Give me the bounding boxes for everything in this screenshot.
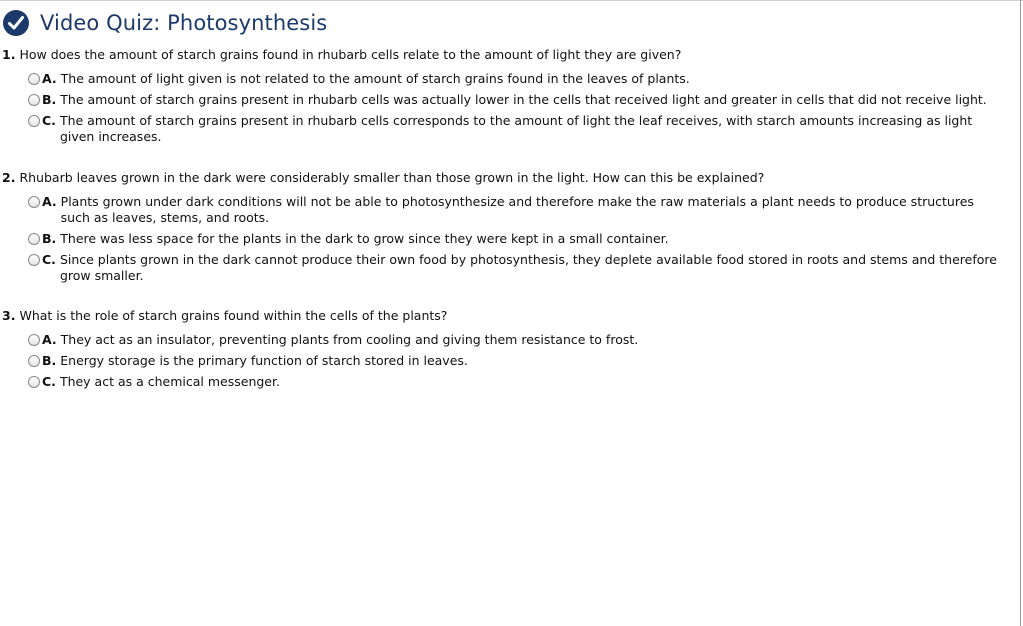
choice-letter: A. — [42, 194, 57, 209]
question-number: 1. — [2, 47, 16, 62]
radio-button[interactable] — [28, 73, 40, 85]
choice-letter: C. — [42, 252, 56, 267]
question-1: 1. How does the amount of starch grains … — [0, 47, 1015, 150]
choice-2b[interactable]: B. There was less space for the plants i… — [28, 231, 1015, 252]
choice-letter: A. — [42, 332, 57, 347]
choice-text: There was less space for the plants in t… — [60, 231, 669, 246]
question-number: 3. — [2, 308, 16, 323]
choice-text: Energy storage is the primary function o… — [60, 353, 468, 368]
choice-2c[interactable]: C. Since plants grown in the dark cannot… — [28, 252, 1015, 289]
choice-text: The amount of starch grains present in r… — [60, 92, 987, 107]
choice-1a[interactable]: A. The amount of light given is not rela… — [28, 71, 1015, 92]
radio-button[interactable] — [28, 196, 40, 208]
question-stem: 1. How does the amount of starch grains … — [0, 47, 1015, 65]
choice-text: The amount of starch grains present in r… — [59, 113, 973, 144]
question-3: 3. What is the role of starch grains fou… — [0, 308, 1015, 395]
choice-text: The amount of light given is not related… — [60, 71, 690, 86]
question-stem: 2. Rhubarb leaves grown in the dark were… — [0, 170, 1015, 188]
question-number: 2. — [2, 170, 16, 185]
question-text: How does the amount of starch grains fou… — [19, 47, 682, 62]
choice-3a[interactable]: A. They act as an insulator, preventing … — [28, 332, 1015, 353]
choice-3b[interactable]: B. Energy storage is the primary functio… — [28, 353, 1015, 374]
choice-letter: C. — [42, 374, 56, 389]
page-title: Video Quiz: Photosynthesis — [40, 11, 328, 35]
radio-button[interactable] — [28, 334, 40, 346]
choice-letter: A. — [42, 71, 57, 86]
question-2: 2. Rhubarb leaves grown in the dark were… — [0, 170, 1015, 289]
choice-letter: B. — [42, 231, 57, 246]
choice-text: Since plants grown in the dark cannot pr… — [59, 252, 997, 283]
choice-text: Plants grown under dark conditions will … — [60, 194, 974, 225]
choice-letter: C. — [42, 113, 56, 128]
choice-text: They act as a chemical messenger. — [59, 374, 280, 389]
check-circle-icon — [2, 9, 30, 37]
choice-letter: B. — [42, 92, 57, 107]
radio-button[interactable] — [28, 233, 40, 245]
radio-button[interactable] — [28, 115, 40, 127]
choice-text: They act as an insulator, preventing pla… — [60, 332, 639, 347]
question-text: Rhubarb leaves grown in the dark were co… — [19, 170, 765, 185]
choice-1c[interactable]: C. The amount of starch grains present i… — [28, 113, 1015, 150]
radio-button[interactable] — [28, 254, 40, 266]
top-divider — [0, 0, 1023, 1]
radio-button[interactable] — [28, 376, 40, 388]
choice-3c[interactable]: C. They act as a chemical messenger. — [28, 374, 1015, 395]
choice-1b[interactable]: B. The amount of starch grains present i… — [28, 92, 1015, 113]
choice-2a[interactable]: A. Plants grown under dark conditions wi… — [28, 194, 1015, 231]
choice-letter: B. — [42, 353, 57, 368]
radio-button[interactable] — [28, 355, 40, 367]
question-stem: 3. What is the role of starch grains fou… — [0, 308, 1015, 326]
right-divider — [1020, 0, 1021, 626]
radio-button[interactable] — [28, 94, 40, 106]
question-text: What is the role of starch grains found … — [19, 308, 448, 323]
quiz-header: Video Quiz: Photosynthesis — [0, 8, 327, 38]
